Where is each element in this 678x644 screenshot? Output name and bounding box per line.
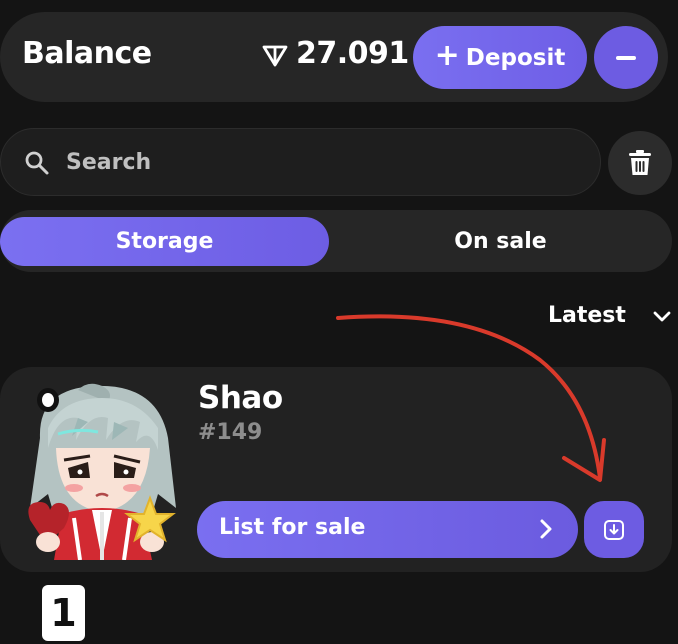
chevron-right-icon (540, 519, 552, 539)
nft-number: #149 (198, 420, 263, 445)
withdraw-balance-button[interactable] (594, 26, 658, 89)
withdraw-nft-button[interactable] (584, 501, 644, 558)
deposit-label: Deposit (465, 44, 566, 71)
plus-icon: + (434, 38, 460, 73)
nft-name: Shao (198, 380, 283, 416)
balance-title: Balance (22, 36, 152, 71)
tab-storage[interactable]: Storage (0, 217, 329, 266)
list-for-sale-label: List for sale (219, 515, 366, 540)
minus-icon (616, 55, 636, 60)
trash-icon (629, 150, 651, 175)
search-icon (25, 151, 49, 175)
nft-image[interactable] (18, 378, 186, 560)
ton-icon (262, 45, 288, 67)
clear-button[interactable] (608, 131, 672, 195)
step-number-badge: 1 (42, 585, 85, 641)
search-input[interactable] (66, 144, 566, 180)
withdraw-icon (604, 519, 624, 540)
sort-dropdown[interactable]: Latest (548, 303, 626, 328)
deposit-button[interactable]: + Deposit (413, 26, 587, 89)
tab-on-sale[interactable]: On sale (333, 217, 668, 266)
chevron-down-icon[interactable] (652, 307, 672, 327)
balance-amount: 27.091 (296, 36, 409, 71)
